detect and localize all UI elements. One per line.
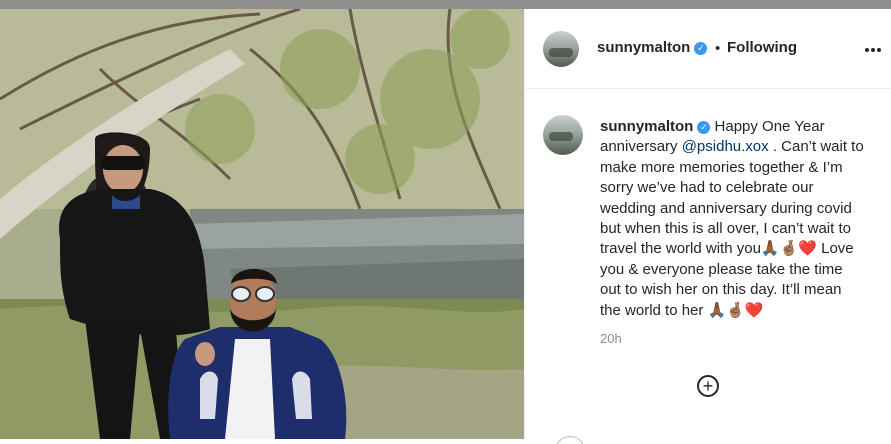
verified-badge-icon: ✓ [694,42,708,55]
following-button[interactable]: Following [727,39,797,56]
author-avatar[interactable] [543,31,579,67]
peek-avatar [555,436,585,444]
author-username[interactable]: sunnymalton ✓ [597,39,708,56]
mention-link[interactable]: @psidhu.xox [682,138,769,155]
post-time[interactable]: 20h [600,331,622,346]
post-side-panel: sunnymalton ✓ • Following sunnymalton ✓ Ha… [524,9,891,444]
photo-illustration [0,9,524,439]
plus-circle-icon[interactable]: + [697,375,719,397]
verified-badge-icon: ✓ [697,121,711,134]
more-options-icon[interactable] [865,39,885,55]
caption-emoji-2: 🙏🏾🤞🏽❤️ [707,301,764,319]
next-comment-peek [555,432,885,444]
caption-username[interactable]: sunnymalton ✓ [600,118,711,135]
header-separator: • [715,40,721,57]
caption-emoji-1: 🙏🏾🤞🏽❤️ [760,240,817,258]
post-header: sunnymalton ✓ • Following [525,9,891,89]
post-photo[interactable] [0,9,524,439]
caption-avatar[interactable] [543,115,583,155]
top-overlay-bar [0,0,891,9]
caption-text: sunnymalton ✓ Happy One Year anniversary … [600,117,865,321]
